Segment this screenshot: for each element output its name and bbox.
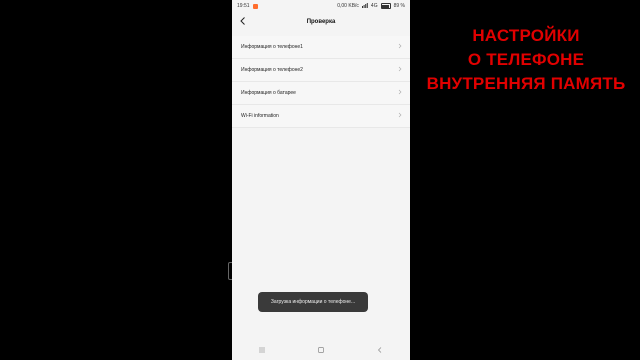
network-speed: 0,00 KB/c	[337, 3, 359, 9]
chevron-right-icon	[397, 89, 403, 97]
menu-item-phone-info-1[interactable]: Информация о телефоне1	[232, 36, 410, 59]
overlay-line-internal-memory: ВНУТРЕННЯЯ ПАМЯТЬ	[426, 74, 626, 93]
menu-item-label: Информация о батарее	[241, 90, 296, 96]
menu-item-wifi-info[interactable]: Wi-Fi information	[232, 105, 410, 128]
toast-text: Загрузка информации о телефоне...	[270, 299, 356, 305]
chevron-right-icon	[397, 112, 403, 120]
phone-screen: 19:51 0,00 KB/c 4G 89 % Проверка Информа…	[232, 0, 410, 360]
battery-icon	[380, 3, 391, 9]
menu-item-label: Информация о телефоне1	[241, 44, 303, 50]
overlay-line-about-phone: О ТЕЛЕФОНЕ	[467, 50, 585, 69]
menu-item-label: Информация о телефоне2	[241, 67, 303, 73]
chevron-right-icon	[397, 66, 403, 74]
header: Проверка	[232, 12, 410, 32]
loading-toast: Загрузка информации о телефоне...	[258, 292, 368, 312]
back-nav-icon[interactable]	[375, 345, 385, 355]
menu-list: Информация о телефоне1 Информация о теле…	[232, 36, 410, 128]
network-type: 4G	[370, 3, 378, 9]
status-bar: 19:51 0,00 KB/c 4G 89 %	[232, 0, 410, 12]
chevron-right-icon	[397, 43, 403, 51]
notification-icon	[252, 3, 258, 9]
menu-icon[interactable]	[257, 345, 267, 355]
home-icon[interactable]	[316, 345, 326, 355]
battery-level: 89 %	[393, 3, 405, 9]
menu-item-label: Wi-Fi information	[241, 113, 279, 119]
menu-item-phone-info-2[interactable]: Информация о телефоне2	[232, 59, 410, 82]
page-title: Проверка	[306, 19, 336, 25]
menu-item-battery-info[interactable]: Информация о батарее	[232, 82, 410, 105]
status-right: 0,00 KB/c 4G 89 %	[337, 2, 405, 10]
signal-icon	[361, 2, 368, 10]
overlay-caption: НАСТРОЙКИ О ТЕЛЕФОНЕ ВНУТРЕННЯЯ ПАМЯТЬ	[412, 24, 640, 96]
status-time: 19:51	[237, 3, 250, 9]
overlay-line-settings: НАСТРОЙКИ	[472, 26, 580, 45]
status-left: 19:51	[237, 3, 258, 9]
navigation-bar	[232, 340, 410, 360]
back-icon[interactable]	[238, 16, 248, 26]
